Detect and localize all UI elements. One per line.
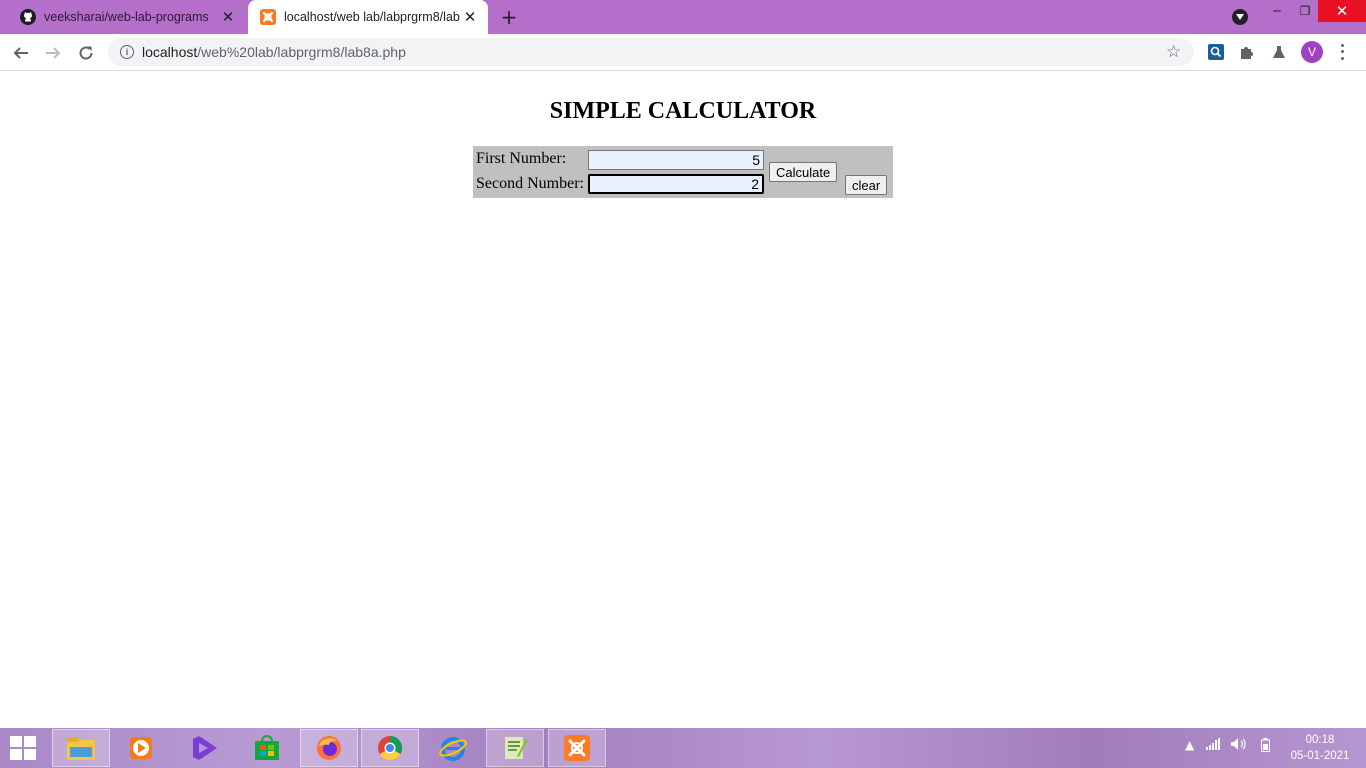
file-explorer-icon[interactable] bbox=[52, 729, 110, 767]
clear-button[interactable]: clear bbox=[845, 175, 888, 195]
close-icon[interactable]: ✕ bbox=[218, 7, 238, 27]
windows-start-icon[interactable] bbox=[10, 736, 38, 760]
tab-localhost[interactable]: localhost/web lab/labprgrm8/lab8a.php ✕ bbox=[248, 0, 488, 34]
battery-icon[interactable] bbox=[1261, 738, 1270, 755]
first-number-label: First Number: bbox=[476, 150, 567, 167]
tab-title: localhost/web lab/labprgrm8/lab8a.php bbox=[284, 10, 460, 24]
restore-icon[interactable]: ❐ bbox=[1290, 0, 1320, 22]
minimize-icon[interactable]: ─ bbox=[1262, 0, 1292, 22]
extensions-puzzle-icon[interactable] bbox=[1238, 43, 1256, 61]
url-text: localhost/web%20lab/labprgrm8/lab8a.php bbox=[142, 44, 406, 60]
bookmark-star-icon[interactable]: ☆ bbox=[1166, 42, 1181, 62]
page-content: SIMPLE CALCULATOR First Number: Second N… bbox=[0, 72, 1366, 728]
first-number-input[interactable] bbox=[588, 150, 764, 170]
address-bar[interactable]: i localhost/web%20lab/labprgrm8/lab8a.ph… bbox=[108, 38, 1194, 66]
volume-icon[interactable] bbox=[1231, 738, 1247, 753]
menu-icon[interactable] bbox=[1336, 42, 1348, 62]
window-close-icon[interactable]: ✕ bbox=[1318, 0, 1366, 22]
profile-avatar[interactable]: V bbox=[1301, 41, 1323, 63]
extension-search-icon[interactable] bbox=[1207, 43, 1225, 61]
xampp-icon bbox=[260, 9, 276, 25]
url-path: /web%20lab/labprgrm8/lab8a.php bbox=[197, 44, 406, 60]
url-host: localhost bbox=[142, 44, 198, 60]
clock-date: 05-01-2021 bbox=[1290, 750, 1350, 762]
second-number-input[interactable] bbox=[588, 174, 764, 194]
internet-explorer-icon[interactable] bbox=[424, 729, 482, 767]
store-icon[interactable] bbox=[238, 729, 296, 767]
network-icon[interactable] bbox=[1206, 738, 1220, 753]
system-clock[interactable]: 00:18 05-01-2021 bbox=[1280, 732, 1360, 764]
browser-toolbar: i localhost/web%20lab/labprgrm8/lab8a.ph… bbox=[0, 34, 1366, 71]
calculate-button[interactable]: Calculate bbox=[769, 162, 838, 182]
notepad-plus-plus-icon[interactable] bbox=[486, 729, 544, 767]
xampp-icon[interactable] bbox=[548, 729, 606, 767]
calculator-form: First Number: Second Number: Calculate c… bbox=[473, 146, 893, 198]
media-player-icon[interactable] bbox=[112, 729, 170, 767]
chrome-icon[interactable] bbox=[361, 729, 419, 767]
second-number-label: Second Number: bbox=[476, 175, 584, 192]
tab-search-icon[interactable] bbox=[1232, 9, 1248, 25]
reload-icon[interactable] bbox=[73, 40, 99, 66]
page-title: SIMPLE CALCULATOR bbox=[549, 98, 817, 124]
tab-strip: veeksharai/web-lab-programs ✕ localhost/… bbox=[0, 0, 1366, 34]
tab-github[interactable]: veeksharai/web-lab-programs ✕ bbox=[8, 0, 246, 34]
labs-flask-icon[interactable] bbox=[1270, 43, 1288, 61]
clock-time: 00:18 bbox=[1305, 734, 1335, 746]
forward-icon[interactable] bbox=[40, 40, 66, 66]
new-tab-icon[interactable]: + bbox=[498, 5, 520, 29]
tab-title: veeksharai/web-lab-programs bbox=[44, 10, 209, 24]
back-icon[interactable] bbox=[8, 40, 34, 66]
visual-studio-icon[interactable] bbox=[176, 729, 234, 767]
taskbar: ▲ 00:18 05-01-2021 bbox=[0, 728, 1366, 768]
github-icon bbox=[20, 9, 36, 25]
firefox-icon[interactable] bbox=[300, 729, 358, 767]
tray-overflow-icon[interactable]: ▲ bbox=[1185, 738, 1194, 752]
close-icon[interactable]: ✕ bbox=[460, 7, 480, 27]
site-info-icon[interactable]: i bbox=[120, 45, 134, 59]
